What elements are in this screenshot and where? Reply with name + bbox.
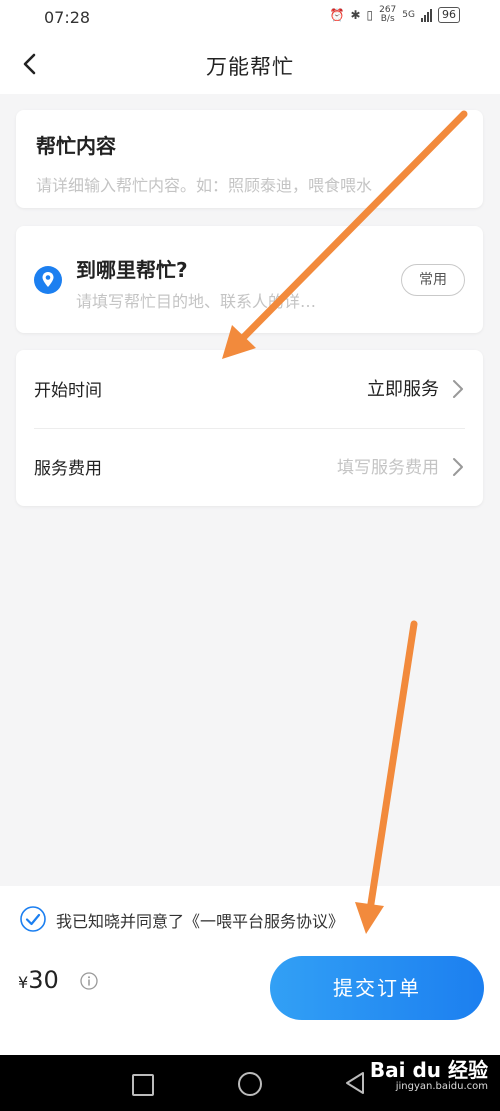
top-bar: 万能帮忙 xyxy=(0,34,500,94)
location-pin-icon xyxy=(34,266,62,294)
baidu-jingyan-watermark: Bai du 经验 jingyan.baidu.com xyxy=(370,1059,488,1093)
service-fee-label: 服务费用 xyxy=(34,459,102,479)
chevron-right-icon xyxy=(453,380,463,398)
start-time-label: 开始时间 xyxy=(34,381,102,401)
order-price: ¥30 xyxy=(18,966,59,994)
watermark-url: jingyan.baidu.com xyxy=(395,1081,488,1092)
start-time-value: 立即服务 xyxy=(367,379,439,400)
agreement-checkbox-icon[interactable] xyxy=(20,906,46,932)
help-content-input[interactable]: 请详细输入帮忙内容。如：照顾泰迪，喂食喂水 xyxy=(36,172,372,196)
recent-apps-icon[interactable] xyxy=(132,1074,154,1096)
home-icon[interactable] xyxy=(238,1072,262,1096)
bluetooth-icon: ✱ xyxy=(350,8,361,22)
net-speed: 267 B/s xyxy=(379,5,397,24)
order-footer: 我已知晓并同意了《一喂平台服务协议》 ¥30 提交订单 xyxy=(0,886,500,1055)
common-address-button[interactable]: 常用 xyxy=(401,264,465,296)
chevron-right-icon xyxy=(453,458,463,476)
alarm-icon: ⏰ xyxy=(329,8,345,22)
info-icon[interactable] xyxy=(80,972,98,990)
price-value: 30 xyxy=(28,966,59,994)
system-nav-bar: Bai du 经验 jingyan.baidu.com xyxy=(0,1055,500,1111)
submit-order-button[interactable]: 提交订单 xyxy=(270,956,484,1020)
start-time-row[interactable]: 开始时间 立即服务 xyxy=(34,350,465,429)
agreement-text[interactable]: 我已知晓并同意了《一喂平台服务协议》 xyxy=(56,908,344,932)
help-content-title: 帮忙内容 xyxy=(36,134,116,158)
vibrate-icon: ▯ xyxy=(366,8,374,22)
currency-symbol: ¥ xyxy=(18,973,29,992)
page-title: 万能帮忙 xyxy=(206,55,294,79)
network-type: 5G xyxy=(402,10,415,20)
battery-icon: 96 xyxy=(438,7,460,23)
watermark-brand: Bai du 经验 xyxy=(369,1058,488,1082)
status-time: 07:28 xyxy=(44,8,91,27)
service-fee-input[interactable]: 填写服务费用 xyxy=(337,453,439,478)
nav-back-icon[interactable] xyxy=(344,1070,366,1096)
help-content-card[interactable]: 帮忙内容 请详细输入帮忙内容。如：照顾泰迪，喂食喂水 xyxy=(16,110,483,208)
service-fee-row[interactable]: 服务费用 填写服务费用 xyxy=(34,428,465,506)
location-input[interactable]: 请填写帮忙目的地、联系人的详… xyxy=(76,288,316,312)
signal-icon xyxy=(421,8,432,22)
details-card: 开始时间 立即服务 服务费用 填写服务费用 xyxy=(16,350,483,506)
status-icons: ⏰ ✱ ▯ 267 B/s 5G 96 xyxy=(329,6,460,24)
location-title: 到哪里帮忙? xyxy=(76,258,188,282)
status-bar: 07:28 ⏰ ✱ ▯ 267 B/s 5G 96 xyxy=(0,0,500,34)
location-card[interactable]: 到哪里帮忙? 请填写帮忙目的地、联系人的详… 常用 xyxy=(16,226,483,333)
